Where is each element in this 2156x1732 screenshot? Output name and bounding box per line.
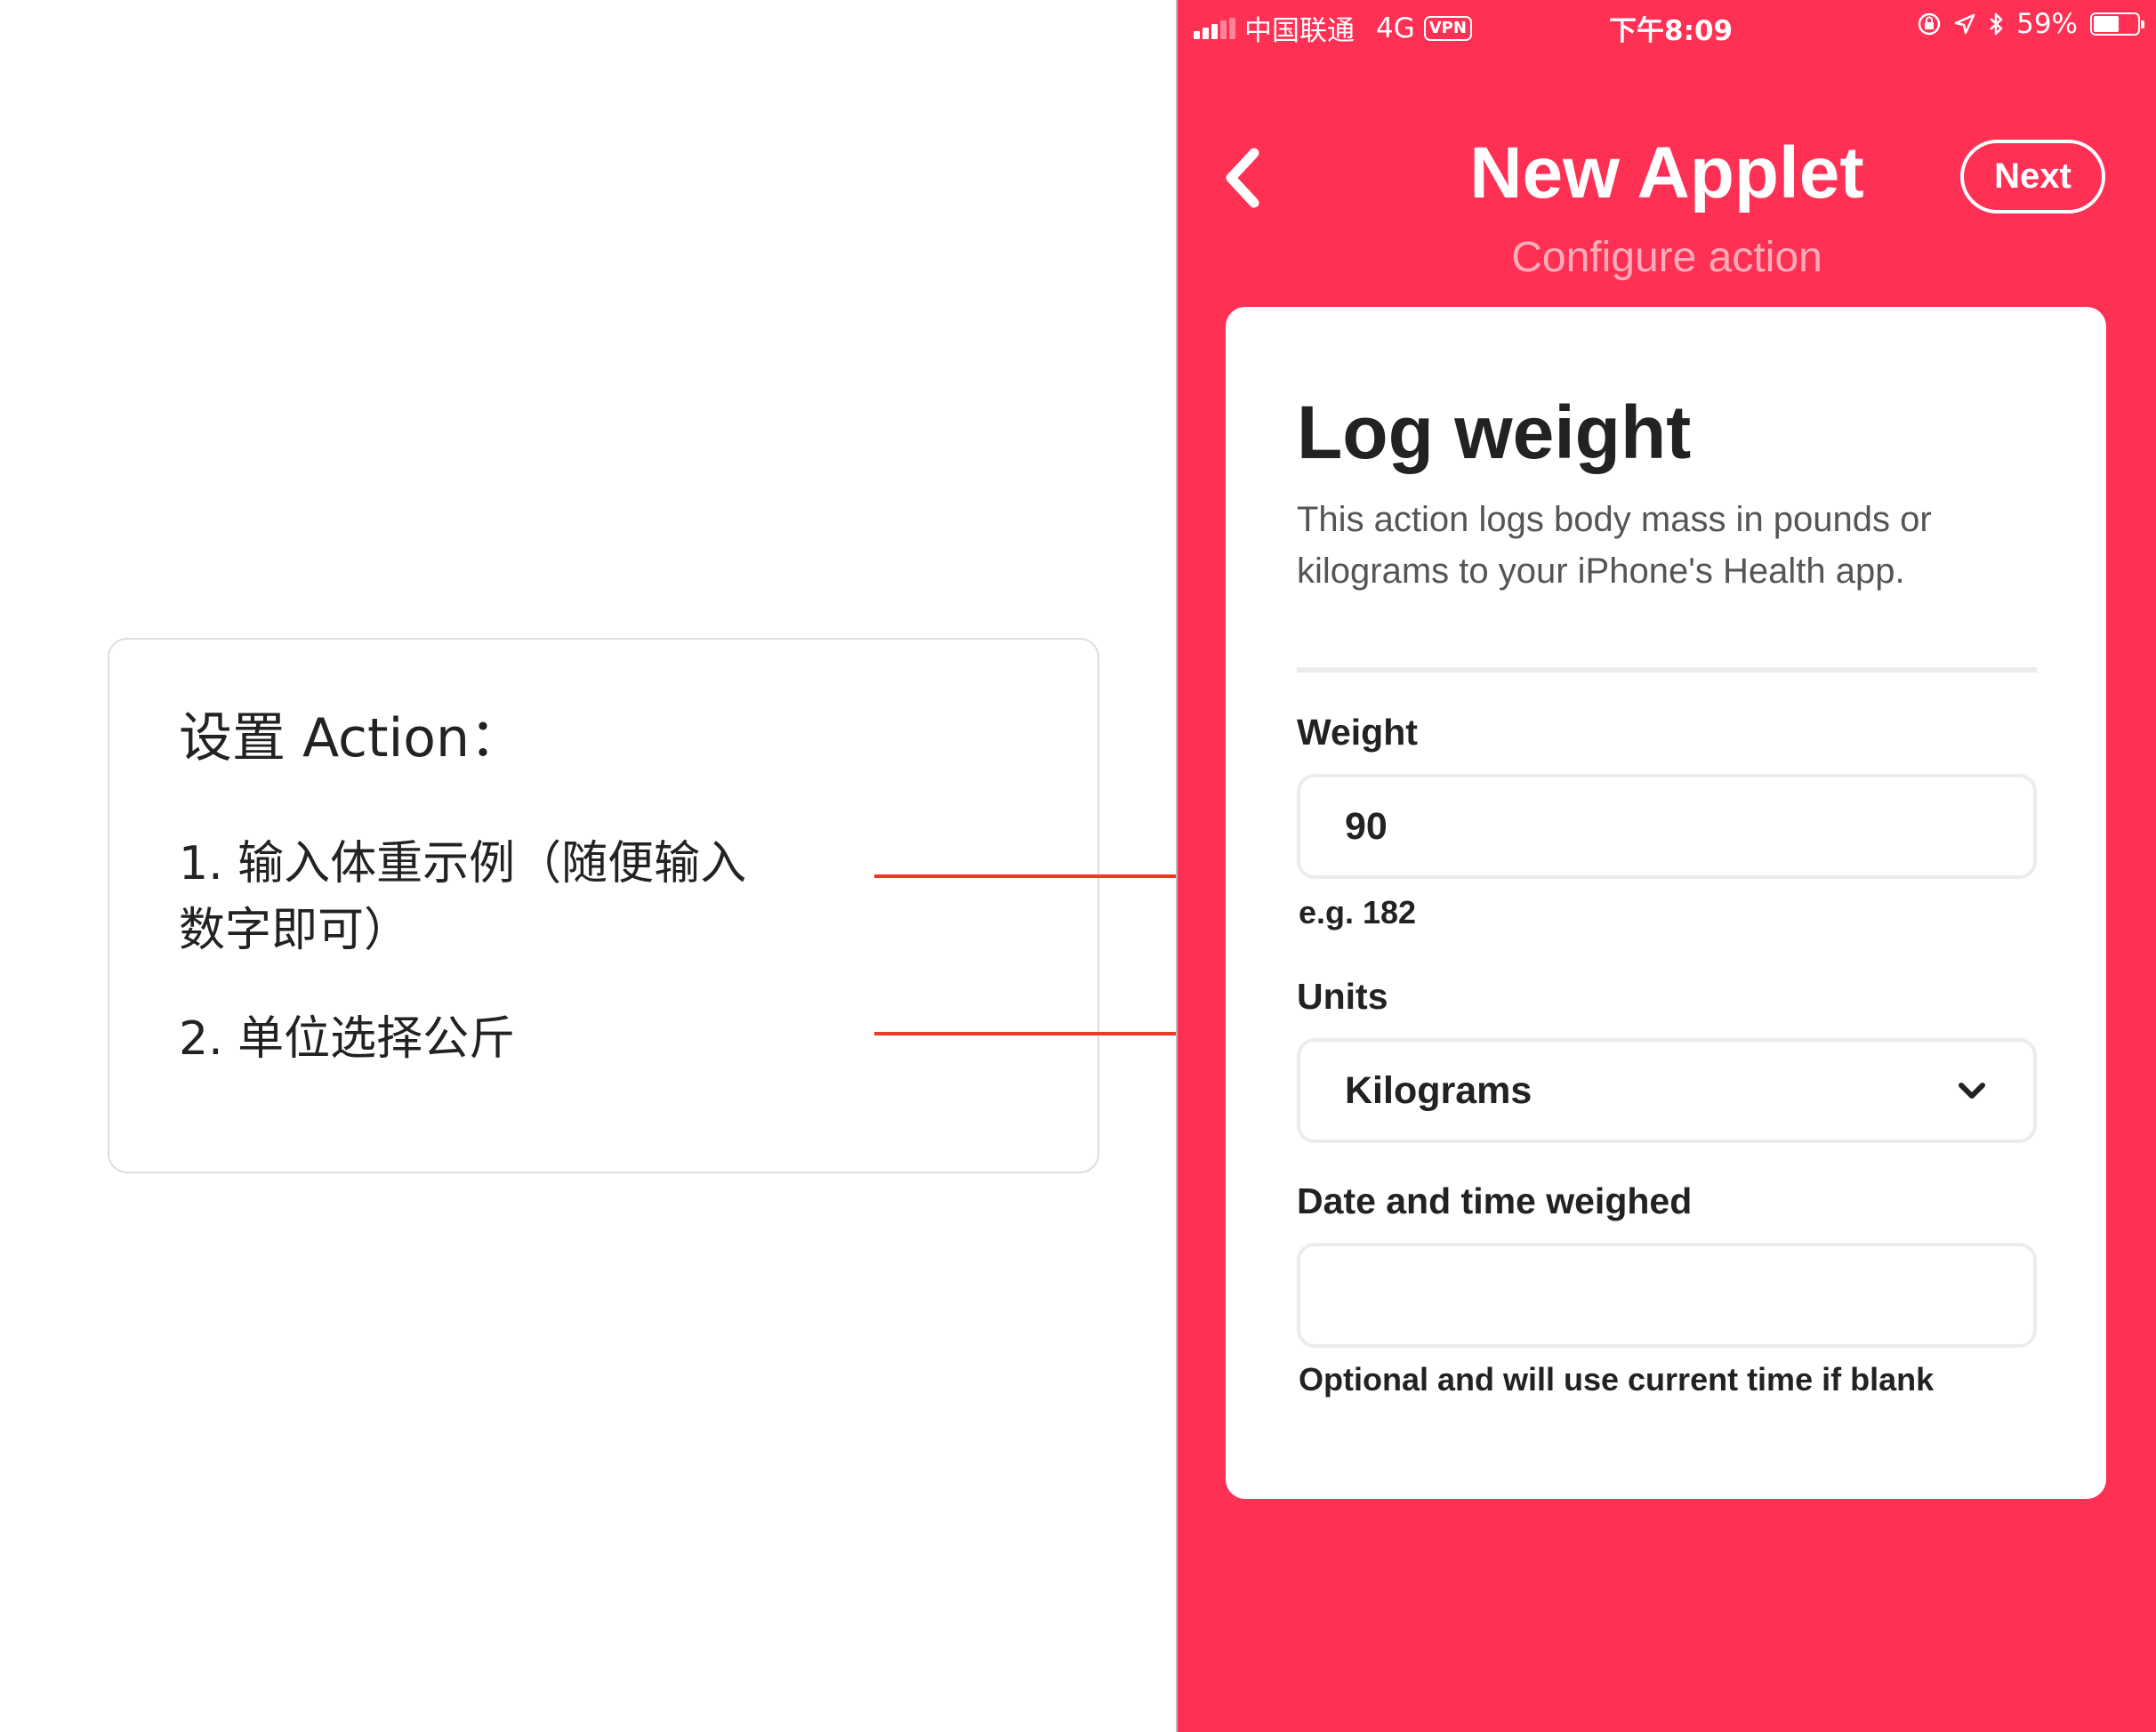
orientation-lock-icon [1918,12,1941,36]
weight-value: 90 [1345,805,1388,848]
annotation-panel: 设置 Action： 1. 输入体重示例（随便输入 数字即可） 2. 单位选择公… [108,638,1099,1173]
carrier-label: 中国联通 [1244,15,1355,47]
units-select[interactable]: Kilograms [1297,1038,2037,1143]
action-title: Log weight [1297,391,1692,474]
units-value: Kilograms [1345,1069,1533,1112]
annotation-step-1-line-1: 1. 输入体重示例（随便输入 [179,837,747,890]
weight-hint: e.g. 182 [1299,894,1417,930]
date-label: Date and time weighed [1297,1180,1693,1221]
weight-input[interactable]: 90 [1297,774,2037,879]
annotation-step-2: 2. 单位选择公斤 [179,1012,516,1066]
location-icon [1954,13,1975,35]
divider [1297,667,2037,673]
annotation-step-1: 1. 输入体重示例（随便输入 数字即可） [179,831,801,964]
network-label: 4G [1376,12,1415,44]
next-button[interactable]: Next [1960,140,2105,213]
action-card: Log weight This action logs body mass in… [1226,307,2106,1499]
vpn-badge: VPN [1423,15,1472,41]
status-right: 59% [1917,8,2144,40]
status-left: 中国联通 4G VPN [1194,8,1472,48]
action-description: This action logs body mass in pounds or … [1297,500,1932,591]
battery-percent: 59% [2016,8,2078,40]
status-time: 下午8:09 [1609,15,1734,47]
date-hint: Optional and will use current time if bl… [1299,1361,1935,1398]
annotation-title: 设置 Action： [179,707,523,769]
chevron-down-icon [1959,1083,1985,1099]
page-subtitle: Configure action [1511,234,1822,281]
signal-icon [1194,17,1235,39]
date-input[interactable] [1297,1243,2037,1348]
units-label: Units [1297,976,1388,1017]
weight-label: Weight [1297,712,1418,753]
annotation-step-1-line-2: 数字即可） [179,904,411,957]
phone-screen: 中国联通 4G VPN 下午8:09 59% New Applet Config… [1178,0,2156,1732]
battery-icon [2090,12,2144,36]
status-bar: 中国联通 4G VPN 下午8:09 59% [1178,0,2156,50]
bluetooth-icon [1990,12,2003,36]
